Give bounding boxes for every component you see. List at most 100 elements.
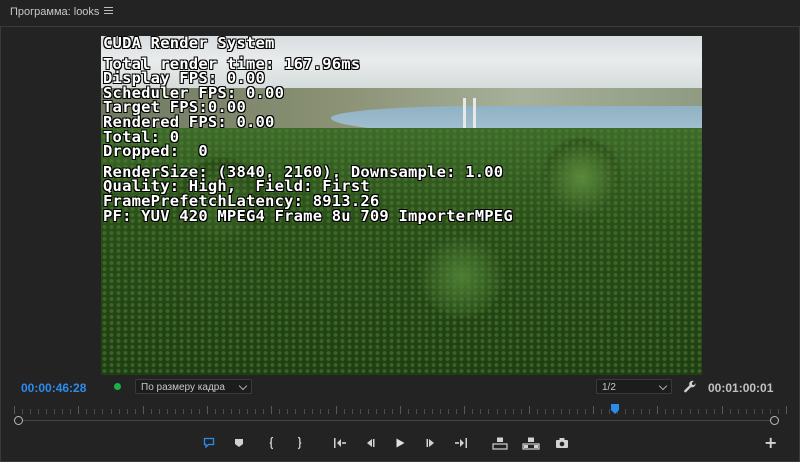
ruler-tick — [448, 409, 449, 414]
ruler-tick — [681, 409, 682, 414]
wrench-icon[interactable] — [683, 379, 697, 393]
mark-out-bracket-icon[interactable] — [290, 434, 308, 452]
ruler-tick — [673, 409, 674, 414]
ruler-tick — [207, 406, 208, 414]
ruler-tick — [22, 409, 23, 414]
ruler-tick — [175, 409, 176, 414]
chevron-down-icon — [238, 381, 248, 391]
ruler-tick — [70, 409, 71, 414]
ruler-tick — [456, 409, 457, 414]
program-video-frame[interactable]: CUDA Render System Total render time: 16… — [101, 36, 702, 375]
ruler-tick — [30, 409, 31, 414]
ruler-tick — [143, 406, 144, 414]
ruler-tick — [416, 409, 417, 414]
ruler-tick — [400, 406, 401, 414]
ruler-tick — [665, 409, 666, 414]
panel-title[interactable]: Программа: looks — [10, 6, 99, 18]
ruler-tick — [38, 409, 39, 414]
ruler-tick — [585, 409, 586, 414]
ruler-tick — [561, 409, 562, 414]
ruler-tick — [625, 409, 626, 414]
playhead-timecode[interactable]: 00:00:46:28 — [21, 381, 86, 395]
ruler-tick — [641, 409, 642, 414]
ruler-tick — [119, 409, 120, 414]
mark-in-icon[interactable] — [230, 434, 248, 452]
ruler-tick — [432, 409, 433, 414]
zoom-fit-select-value: По размеру кадра — [141, 382, 225, 393]
lift-icon[interactable] — [491, 434, 509, 452]
ruler-tick — [183, 409, 184, 414]
ruler-tick — [102, 409, 103, 414]
ruler-tick — [657, 406, 658, 414]
ruler-tick — [545, 409, 546, 414]
panel-header: Программа: looks — [0, 0, 800, 27]
ruler-tick — [384, 409, 385, 414]
zoom-scrollbar-left-handle[interactable] — [14, 416, 23, 425]
ruler-tick — [304, 409, 305, 414]
ruler-tick — [408, 409, 409, 414]
ruler-tick — [472, 409, 473, 414]
go-to-out-icon[interactable] — [452, 434, 470, 452]
time-ruler[interactable] — [14, 402, 787, 414]
ruler-tick — [191, 409, 192, 414]
resolution-select-value: 1/2 — [602, 382, 616, 393]
ruler-tick — [320, 409, 321, 414]
ruler-tick — [553, 409, 554, 414]
ruler-tick — [344, 409, 345, 414]
ruler-tick — [722, 406, 723, 414]
ruler-tick — [714, 409, 715, 414]
ruler-tick — [135, 409, 136, 414]
ruler-tick — [392, 409, 393, 414]
export-frame-icon[interactable] — [553, 434, 571, 452]
play-icon[interactable] — [391, 434, 409, 452]
ruler-tick — [14, 406, 15, 414]
ruler-tick — [215, 409, 216, 414]
ruler-tick — [569, 409, 570, 414]
overlay-line: Dropped: 0 — [103, 142, 208, 161]
button-editor-plus-icon[interactable]: + — [764, 435, 777, 451]
ruler-tick — [231, 409, 232, 414]
ruler-tick — [505, 409, 506, 414]
ruler-tick — [649, 409, 650, 414]
ruler-tick — [488, 409, 489, 414]
ruler-tick — [577, 409, 578, 414]
ruler-tick — [537, 409, 538, 414]
ruler-tick — [54, 409, 55, 414]
ruler-tick — [786, 406, 787, 414]
overlay-line: CUDA Render System — [103, 36, 275, 52]
playback-resolution-select[interactable]: 1/2 — [596, 379, 672, 394]
ruler-tick — [255, 409, 256, 414]
ruler-tick — [239, 409, 240, 414]
step-forward-icon[interactable] — [422, 434, 440, 452]
duration-timecode: 00:01:00:01 — [708, 381, 774, 395]
ruler-tick — [127, 409, 128, 414]
ruler-tick — [513, 409, 514, 414]
chevron-down-icon — [658, 381, 668, 391]
ruler-tick — [312, 409, 313, 414]
ruler-tick — [746, 409, 747, 414]
ruler-tick — [762, 409, 763, 414]
go-to-in-icon[interactable] — [331, 434, 349, 452]
ruler-tick — [271, 406, 272, 414]
ruler-tick — [601, 409, 602, 414]
mark-in-bracket-icon[interactable] — [263, 434, 281, 452]
hamburger-menu-icon[interactable] — [104, 7, 113, 15]
zoom-scrollbar-right-handle[interactable] — [770, 416, 779, 425]
ruler-tick — [223, 409, 224, 414]
ruler-tick — [609, 409, 610, 414]
ruler-tick — [295, 409, 296, 414]
extract-icon[interactable] — [522, 434, 540, 452]
transport-toolbar: + — [0, 434, 800, 454]
ruler-tick — [480, 409, 481, 414]
zoom-scrollbar-track[interactable] — [20, 420, 774, 421]
monitor-controls-row: 00:00:46:28 По размеру кадра 1/2 00:01:0… — [0, 376, 800, 398]
add-marker-icon[interactable] — [200, 434, 218, 452]
ruler-tick — [754, 409, 755, 414]
ruler-tick — [167, 409, 168, 414]
ruler-tick — [94, 409, 95, 414]
ruler-tick — [352, 409, 353, 414]
ruler-tick — [86, 409, 87, 414]
ruler-tick — [706, 409, 707, 414]
step-back-icon[interactable] — [361, 434, 379, 452]
zoom-fit-select[interactable]: По размеру кадра — [135, 379, 252, 394]
